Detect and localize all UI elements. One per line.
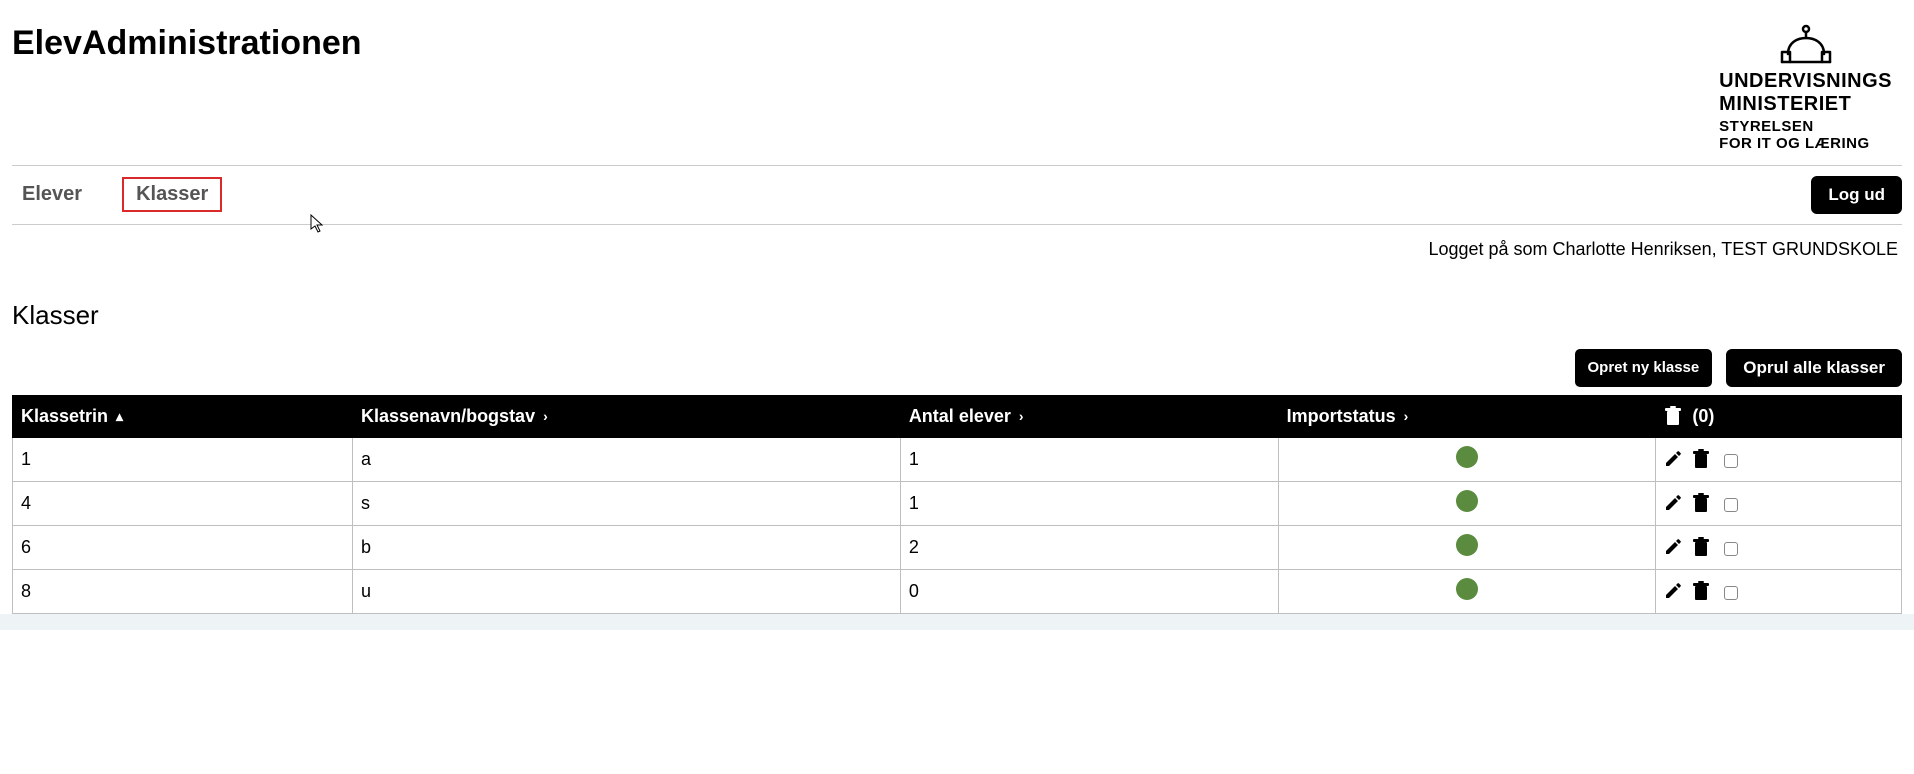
app-title: ElevAdministrationen bbox=[12, 24, 362, 81]
cell-antal: 2 bbox=[900, 525, 1278, 569]
cell-actions bbox=[1656, 569, 1902, 613]
cell-klassetrin: 8 bbox=[13, 569, 353, 613]
edit-icon[interactable] bbox=[1664, 582, 1682, 600]
cell-klassenavn: a bbox=[353, 437, 901, 481]
cell-klassenavn: s bbox=[353, 481, 901, 525]
footer-strip bbox=[0, 614, 1914, 630]
row-checkbox[interactable] bbox=[1724, 586, 1738, 600]
cell-actions bbox=[1656, 481, 1902, 525]
row-checkbox[interactable] bbox=[1724, 454, 1738, 468]
classes-table: Klassetrin ▴ Klassenavn/bogstav › Antal … bbox=[12, 395, 1902, 614]
logout-button[interactable]: Log ud bbox=[1811, 176, 1902, 214]
cell-actions bbox=[1656, 437, 1902, 481]
cell-antal: 1 bbox=[900, 437, 1278, 481]
cell-klassetrin: 6 bbox=[13, 525, 353, 569]
crown-icon bbox=[1719, 24, 1892, 64]
col-label-importstatus: Importstatus bbox=[1287, 406, 1396, 427]
cell-status bbox=[1278, 481, 1656, 525]
table-row: 6b2 bbox=[13, 525, 1902, 569]
trash-icon[interactable] bbox=[1692, 493, 1710, 513]
cell-status bbox=[1278, 437, 1656, 481]
nav-tabs: Elever Klasser bbox=[12, 177, 222, 212]
col-header-klassetrin[interactable]: Klassetrin ▴ bbox=[13, 395, 353, 437]
cell-antal: 0 bbox=[900, 569, 1278, 613]
col-label-antal: Antal elever bbox=[909, 406, 1011, 427]
status-ok-icon bbox=[1456, 446, 1478, 468]
status-ok-icon bbox=[1456, 578, 1478, 600]
logo-text-2: MINISTERIET bbox=[1719, 93, 1892, 116]
trash-icon[interactable] bbox=[1692, 449, 1710, 469]
logged-in-status: Logget på som Charlotte Henriksen, TEST … bbox=[12, 225, 1902, 260]
logo-text-4: FOR IT OG LÆRING bbox=[1719, 135, 1892, 152]
sort-asc-icon: ▴ bbox=[116, 408, 123, 425]
roll-all-classes-button[interactable]: Oprul alle klasser bbox=[1726, 349, 1902, 387]
logo-text-1: UNDERVISNINGS bbox=[1719, 70, 1892, 93]
cell-status bbox=[1278, 569, 1656, 613]
ministry-logo: UNDERVISNINGS MINISTERIET STYRELSEN FOR … bbox=[1719, 24, 1902, 165]
table-row: 4s1 bbox=[13, 481, 1902, 525]
cell-status bbox=[1278, 525, 1656, 569]
cell-klassetrin: 4 bbox=[13, 481, 353, 525]
chevron-right-icon: › bbox=[1019, 408, 1024, 424]
edit-icon[interactable] bbox=[1664, 494, 1682, 512]
page-heading: Klasser bbox=[12, 260, 1902, 331]
tab-elever[interactable]: Elever bbox=[12, 177, 92, 212]
cell-antal: 1 bbox=[900, 481, 1278, 525]
row-checkbox[interactable] bbox=[1724, 542, 1738, 556]
trash-icon[interactable] bbox=[1692, 537, 1710, 557]
col-header-antal[interactable]: Antal elever › bbox=[900, 395, 1278, 437]
table-row: 1a1 bbox=[13, 437, 1902, 481]
cell-klassenavn: u bbox=[353, 569, 901, 613]
chevron-right-icon: › bbox=[543, 408, 548, 424]
chevron-right-icon: › bbox=[1404, 408, 1409, 424]
tab-klasser[interactable]: Klasser bbox=[122, 177, 222, 212]
cell-klassetrin: 1 bbox=[13, 437, 353, 481]
cell-klassenavn: b bbox=[353, 525, 901, 569]
status-ok-icon bbox=[1456, 534, 1478, 556]
col-label-klassetrin: Klassetrin bbox=[21, 406, 108, 427]
trash-icon[interactable] bbox=[1692, 581, 1710, 601]
col-header-klassenavn[interactable]: Klassenavn/bogstav › bbox=[353, 395, 901, 437]
status-ok-icon bbox=[1456, 490, 1478, 512]
create-class-button[interactable]: Opret ny klasse bbox=[1575, 349, 1713, 387]
row-checkbox[interactable] bbox=[1724, 498, 1738, 512]
col-header-actions: (0) bbox=[1656, 395, 1902, 437]
table-row: 8u0 bbox=[13, 569, 1902, 613]
col-header-importstatus[interactable]: Importstatus › bbox=[1278, 395, 1656, 437]
edit-icon[interactable] bbox=[1664, 450, 1682, 468]
cell-actions bbox=[1656, 525, 1902, 569]
trash-icon[interactable] bbox=[1664, 406, 1682, 426]
edit-icon[interactable] bbox=[1664, 538, 1682, 556]
trash-count: (0) bbox=[1692, 406, 1714, 427]
logo-text-3: STYRELSEN bbox=[1719, 118, 1892, 135]
col-label-klassenavn: Klassenavn/bogstav bbox=[361, 406, 535, 427]
